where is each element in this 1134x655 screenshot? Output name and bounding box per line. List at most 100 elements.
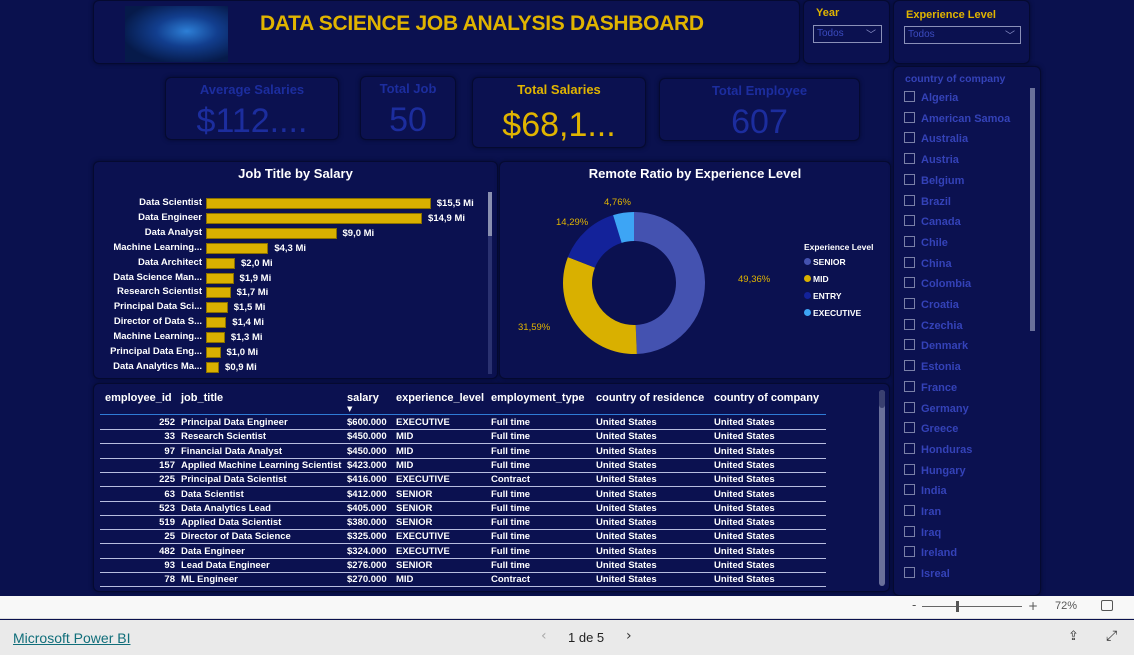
country-option[interactable]: Algeria xyxy=(904,91,958,104)
bar[interactable] xyxy=(206,317,227,329)
bar[interactable] xyxy=(206,242,269,254)
checkbox-icon[interactable] xyxy=(904,442,915,454)
country-option[interactable]: France xyxy=(904,380,957,394)
donut-slice-senior[interactable] xyxy=(634,212,705,354)
column-header[interactable]: country of company xyxy=(714,392,819,404)
country-option[interactable]: American Samoa xyxy=(904,111,1010,125)
column-header[interactable]: salary xyxy=(347,392,379,404)
country-option[interactable]: Honduras xyxy=(904,442,972,456)
power-bi-link[interactable]: Microsoft Power BI xyxy=(13,630,130,646)
checkbox-icon[interactable] xyxy=(904,525,915,537)
experience-dropdown[interactable]: Todos ﹀ xyxy=(904,26,1021,44)
column-header[interactable]: employee_id xyxy=(105,392,172,404)
country-option[interactable]: Czechia xyxy=(904,318,963,332)
bar[interactable] xyxy=(206,198,431,209)
checkbox-icon[interactable] xyxy=(904,194,915,206)
legend-item[interactable]: ENTRY xyxy=(804,291,842,301)
table-scrollbar[interactable] xyxy=(879,390,885,586)
country-option[interactable]: Iraq xyxy=(904,525,941,539)
table-row[interactable]: 523 Data Analytics Lead $405.000 SENIOR Full… xyxy=(100,502,826,516)
checkbox-icon[interactable] xyxy=(904,132,915,144)
country-option[interactable]: Ireland xyxy=(904,546,957,559)
checkbox-icon[interactable] xyxy=(904,173,915,185)
checkbox-icon[interactable] xyxy=(904,111,915,123)
country-option[interactable]: Austria xyxy=(904,153,959,166)
zoom-out-button[interactable]: - xyxy=(912,598,916,612)
checkbox-icon[interactable] xyxy=(904,401,915,413)
column-header[interactable]: employment_type xyxy=(491,392,585,404)
country-option[interactable]: Australia xyxy=(904,132,968,145)
share-icon[interactable]: ⇪ xyxy=(1068,629,1079,644)
country-option[interactable]: Germany xyxy=(904,401,969,415)
checkbox-icon[interactable] xyxy=(904,215,915,227)
table-row[interactable]: 97 Financial Data Analyst $450.000 MID Full … xyxy=(100,445,826,459)
checkbox-icon[interactable] xyxy=(904,298,915,309)
bar[interactable] xyxy=(206,257,235,269)
checkbox-icon[interactable] xyxy=(904,339,915,351)
checkbox-icon[interactable] xyxy=(904,567,915,579)
country-option[interactable]: Canada xyxy=(904,215,961,228)
bar[interactable] xyxy=(206,332,225,344)
fullscreen-icon[interactable]: ⤢ xyxy=(1106,628,1117,644)
checkbox-icon[interactable] xyxy=(904,256,915,268)
country-option[interactable]: Greece xyxy=(904,422,958,435)
country-option[interactable]: India xyxy=(904,484,947,497)
table-row[interactable]: 252 Principal Data Engineer $600.000 EXECUT… xyxy=(100,416,826,430)
bar[interactable] xyxy=(206,302,228,314)
table-row[interactable]: 78 ML Engineer $270.000 MID Contract United S… xyxy=(100,573,826,588)
country-option[interactable]: Belgium xyxy=(904,173,964,187)
zoom-in-button[interactable]: + xyxy=(1028,599,1038,613)
column-header[interactable]: job_title xyxy=(181,392,223,404)
bar[interactable] xyxy=(206,227,337,239)
country-option[interactable]: Croatia xyxy=(904,298,959,311)
bar[interactable] xyxy=(206,212,423,224)
table-row[interactable]: 33 Research Scientist $450.000 MID Full time… xyxy=(100,430,826,445)
table-row[interactable]: 519 Applied Data Scientist $380.000 SENIOR F… xyxy=(100,516,826,531)
table-row[interactable]: 157 Applied Machine Learning Scientist $42… xyxy=(100,459,826,473)
sort-desc-icon[interactable]: ▼ xyxy=(347,405,352,413)
zoom-slider[interactable] xyxy=(922,601,1022,612)
legend-item[interactable]: SENIOR xyxy=(804,257,846,267)
column-header[interactable]: experience_level xyxy=(396,392,484,404)
country-option[interactable]: China xyxy=(904,256,952,270)
fit-page-icon[interactable] xyxy=(1101,600,1113,611)
country-option[interactable]: Chile xyxy=(904,235,948,249)
checkbox-icon[interactable] xyxy=(904,360,915,372)
bar[interactable] xyxy=(206,272,234,284)
checkbox-icon[interactable] xyxy=(904,484,915,496)
checkbox-icon[interactable] xyxy=(904,422,915,434)
column-header[interactable]: country of residence xyxy=(596,392,704,404)
country-option[interactable]: Estonia xyxy=(904,360,961,373)
checkbox-icon[interactable] xyxy=(904,277,915,289)
country-option[interactable]: Brazil xyxy=(904,194,951,208)
checkbox-icon[interactable] xyxy=(904,380,915,392)
bar[interactable] xyxy=(206,347,221,358)
checkbox-icon[interactable] xyxy=(904,235,915,247)
chart-scrollbar[interactable] xyxy=(488,192,492,374)
country-option[interactable]: Hungary xyxy=(904,463,966,477)
donut-slice-mid[interactable] xyxy=(563,257,637,354)
year-dropdown[interactable]: Todos ﹀ xyxy=(813,25,882,43)
table-row[interactable]: 63 Data Scientist $412.000 SENIOR Full time U… xyxy=(100,488,826,502)
checkbox-icon[interactable] xyxy=(904,505,915,516)
checkbox-icon[interactable] xyxy=(904,463,915,475)
legend-item[interactable]: MID xyxy=(804,274,829,284)
checkbox-icon[interactable] xyxy=(904,546,915,558)
table-row[interactable]: 93 Lead Data Engineer $276.000 SENIOR Full t… xyxy=(100,559,826,573)
table-row[interactable]: 482 Data Engineer $324.000 EXECUTIVE Full ti… xyxy=(100,545,826,559)
table-row[interactable]: 225 Principal Data Scientist $416.000 EXECU… xyxy=(100,473,826,488)
country-scrollbar[interactable] xyxy=(1030,88,1035,331)
next-page-icon[interactable]: › xyxy=(626,628,632,644)
table-row[interactable]: 25 Director of Data Science $325.000 EXECUT… xyxy=(100,530,826,545)
country-option[interactable]: Colombia xyxy=(904,277,971,290)
country-option[interactable]: Iran xyxy=(904,505,941,518)
checkbox-icon[interactable] xyxy=(904,91,915,102)
checkbox-icon[interactable] xyxy=(904,153,915,165)
country-option[interactable]: Denmark xyxy=(904,339,968,352)
checkbox-icon[interactable] xyxy=(904,318,915,330)
legend-item[interactable]: EXECUTIVE xyxy=(804,308,861,318)
prev-page-icon[interactable]: ‹ xyxy=(541,628,547,644)
country-option[interactable]: Isreal xyxy=(904,567,950,580)
bar[interactable] xyxy=(206,361,220,373)
bar[interactable] xyxy=(206,287,231,299)
